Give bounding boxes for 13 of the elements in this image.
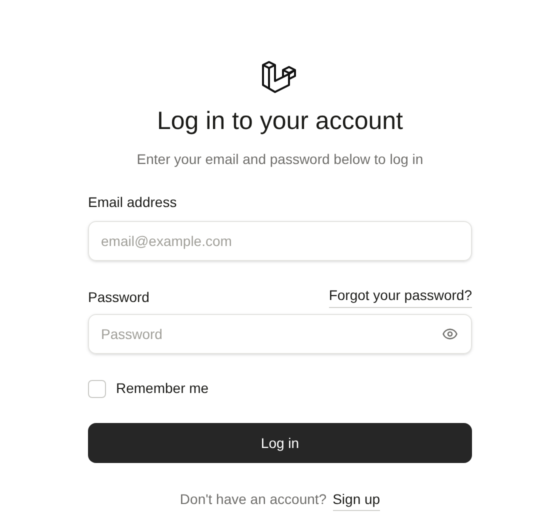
email-field[interactable]: email@example.com	[88, 221, 472, 261]
password-field[interactable]: Password	[88, 314, 472, 354]
remember-checkbox[interactable]	[88, 380, 106, 398]
show-password-icon[interactable]	[442, 326, 458, 342]
signup-prompt: Don't have an account?	[180, 490, 327, 509]
signup-link[interactable]: Sign up	[332, 489, 380, 511]
field-label: Password	[88, 288, 150, 307]
field-label: Email address	[88, 193, 178, 212]
forgot-password-link[interactable]: Forgot your password?	[328, 285, 472, 308]
checkbox-label: Remember me	[116, 379, 209, 398]
page-title: Log in to your account	[157, 106, 403, 137]
page-subtitle: Enter your email and password below to log in	[136, 150, 424, 169]
login-button[interactable]: Log in	[88, 423, 472, 463]
